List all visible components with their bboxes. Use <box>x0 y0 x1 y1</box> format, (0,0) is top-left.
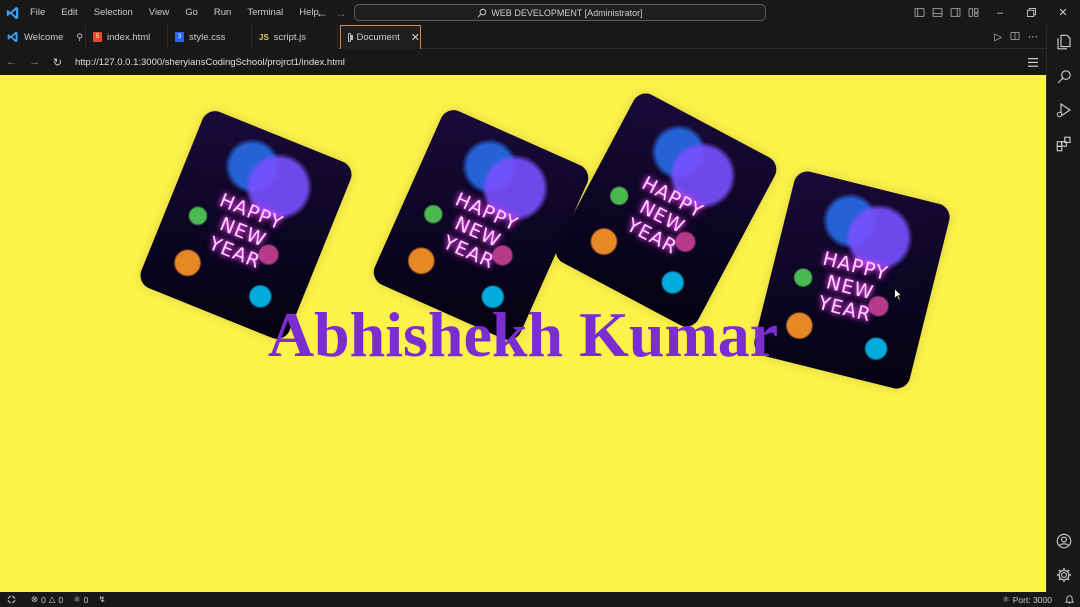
vscode-icon <box>7 31 18 43</box>
extensions-icon[interactable] <box>1053 133 1075 155</box>
forward-arrow-icon[interactable]: → <box>331 0 351 25</box>
browser-toolbar: ← → ↻ http://127.0.0.1:3000/sheryiansCod… <box>0 49 1046 75</box>
browser-back-icon[interactable]: ← <box>0 49 23 75</box>
close-tab-icon[interactable]: ✕ <box>411 31 420 44</box>
back-arrow-icon[interactable]: ← <box>312 0 332 25</box>
tab-label: script.js <box>273 31 306 43</box>
menu-edit[interactable]: Edit <box>53 0 85 25</box>
menu-file[interactable]: File <box>26 0 53 25</box>
toggle-primary-sidebar-icon[interactable] <box>910 0 928 25</box>
close-window-icon[interactable]: ✕ <box>1046 0 1080 25</box>
css-file-icon: 3 <box>175 32 184 42</box>
antenna-icon: ⚛ <box>73 594 81 604</box>
search-view-icon[interactable] <box>1053 65 1075 87</box>
maximize-icon[interactable] <box>1014 0 1048 25</box>
browser-preview-icon <box>348 33 354 42</box>
account-icon[interactable] <box>1053 530 1075 552</box>
tab-index-html[interactable]: 5 index.html <box>86 25 168 49</box>
error-icon: ⊗ <box>31 594 39 604</box>
tab-style-css[interactable]: 3 style.css <box>168 25 252 49</box>
notifications-bell-icon[interactable] <box>1064 594 1075 606</box>
new-year-card: HAPPY NEW YEAR <box>550 88 782 332</box>
tab-label: Welcome <box>24 31 64 43</box>
mouse-cursor-icon <box>894 288 903 301</box>
url-field[interactable]: http://127.0.0.1:3000/sheryiansCodingSch… <box>75 57 345 68</box>
card-greeting: HAPPY NEW YEAR <box>576 150 748 283</box>
customize-layout-icon[interactable] <box>964 0 982 25</box>
ports-indicator[interactable]: ⚛ 0 <box>68 594 93 605</box>
toggle-panel-icon[interactable] <box>928 0 946 25</box>
browser-forward-icon[interactable]: → <box>23 49 46 75</box>
page-headline: Abhishekh Kumar <box>267 299 779 370</box>
explorer-icon[interactable] <box>1053 31 1075 53</box>
split-editor-icon[interactable] <box>1010 31 1020 44</box>
menu-terminal[interactable]: Terminal <box>239 0 291 25</box>
problems-indicator[interactable]: ⊗ 0 △ 0 <box>21 594 68 605</box>
live-server-port[interactable]: ⚛ Port: 3000 <box>997 594 1057 605</box>
reload-icon[interactable]: ↻ <box>46 49 69 75</box>
card-greeting: HAPPY NEW YEAR <box>156 172 329 293</box>
port-label: Port: 3000 <box>1012 594 1052 605</box>
js-file-icon: JS <box>259 32 269 42</box>
settings-gear-icon[interactable] <box>1053 564 1075 586</box>
search-icon <box>477 8 487 17</box>
command-center-label: WEB DEVELOPMENT [Administrator] <box>491 7 643 18</box>
command-center[interactable]: WEB DEVELOPMENT [Administrator] <box>354 4 766 21</box>
pin-icon[interactable]: ⚲ <box>76 32 83 43</box>
more-actions-icon[interactable]: ⋯ <box>1028 32 1038 43</box>
run-icon[interactable]: ▷ <box>994 32 1002 43</box>
run-debug-icon[interactable] <box>1053 99 1075 121</box>
error-count: 0 <box>41 594 46 605</box>
vscode-logo-icon <box>0 0 26 25</box>
activity-bar <box>1046 25 1080 592</box>
card-greeting: HAPPY NEW YEAR <box>391 170 564 295</box>
warning-icon: △ <box>48 594 56 604</box>
page-viewport: HAPPY NEW YEAR HAPPY NEW YEAR HAPPY NEW … <box>0 75 1046 592</box>
tab-label: Document <box>356 32 400 43</box>
status-bar-right: ⚛ Port: 3000 <box>997 592 1075 607</box>
warning-count: 0 <box>58 594 64 605</box>
menu-go[interactable]: Go <box>177 0 206 25</box>
menu-view[interactable]: View <box>141 0 177 25</box>
tab-welcome[interactable]: Welcome ⚲ <box>0 25 86 49</box>
editor-actions: ▷ ⋯ <box>994 25 1038 49</box>
tab-label: index.html <box>107 31 151 43</box>
remote-indicator-icon[interactable] <box>0 595 21 604</box>
menu-selection[interactable]: Selection <box>86 0 141 25</box>
broadcast-icon: ⚛ <box>1002 594 1010 604</box>
browser-menu-icon[interactable] <box>1028 49 1038 75</box>
minimize-icon[interactable]: – <box>983 0 1017 25</box>
tab-script-js[interactable]: JS script.js <box>252 25 338 49</box>
editor-tab-bar: Welcome ⚲ 5 index.html 3 style.css JS sc… <box>0 25 1046 49</box>
title-bar: File Edit Selection View Go Run Terminal… <box>0 0 1080 25</box>
toggle-secondary-sidebar-icon[interactable] <box>946 0 964 25</box>
ports-count: 0 <box>83 594 89 605</box>
tab-document[interactable]: Document ✕ <box>340 25 421 49</box>
lightning-icon[interactable]: ↯ <box>94 594 111 605</box>
status-bar: ⊗ 0 △ 0 ⚛ 0 ↯ ⚛ Port: 3000 <box>0 592 1080 607</box>
tab-label: style.css <box>189 31 226 43</box>
menu-run[interactable]: Run <box>206 0 239 25</box>
html-file-icon: 5 <box>93 32 102 42</box>
